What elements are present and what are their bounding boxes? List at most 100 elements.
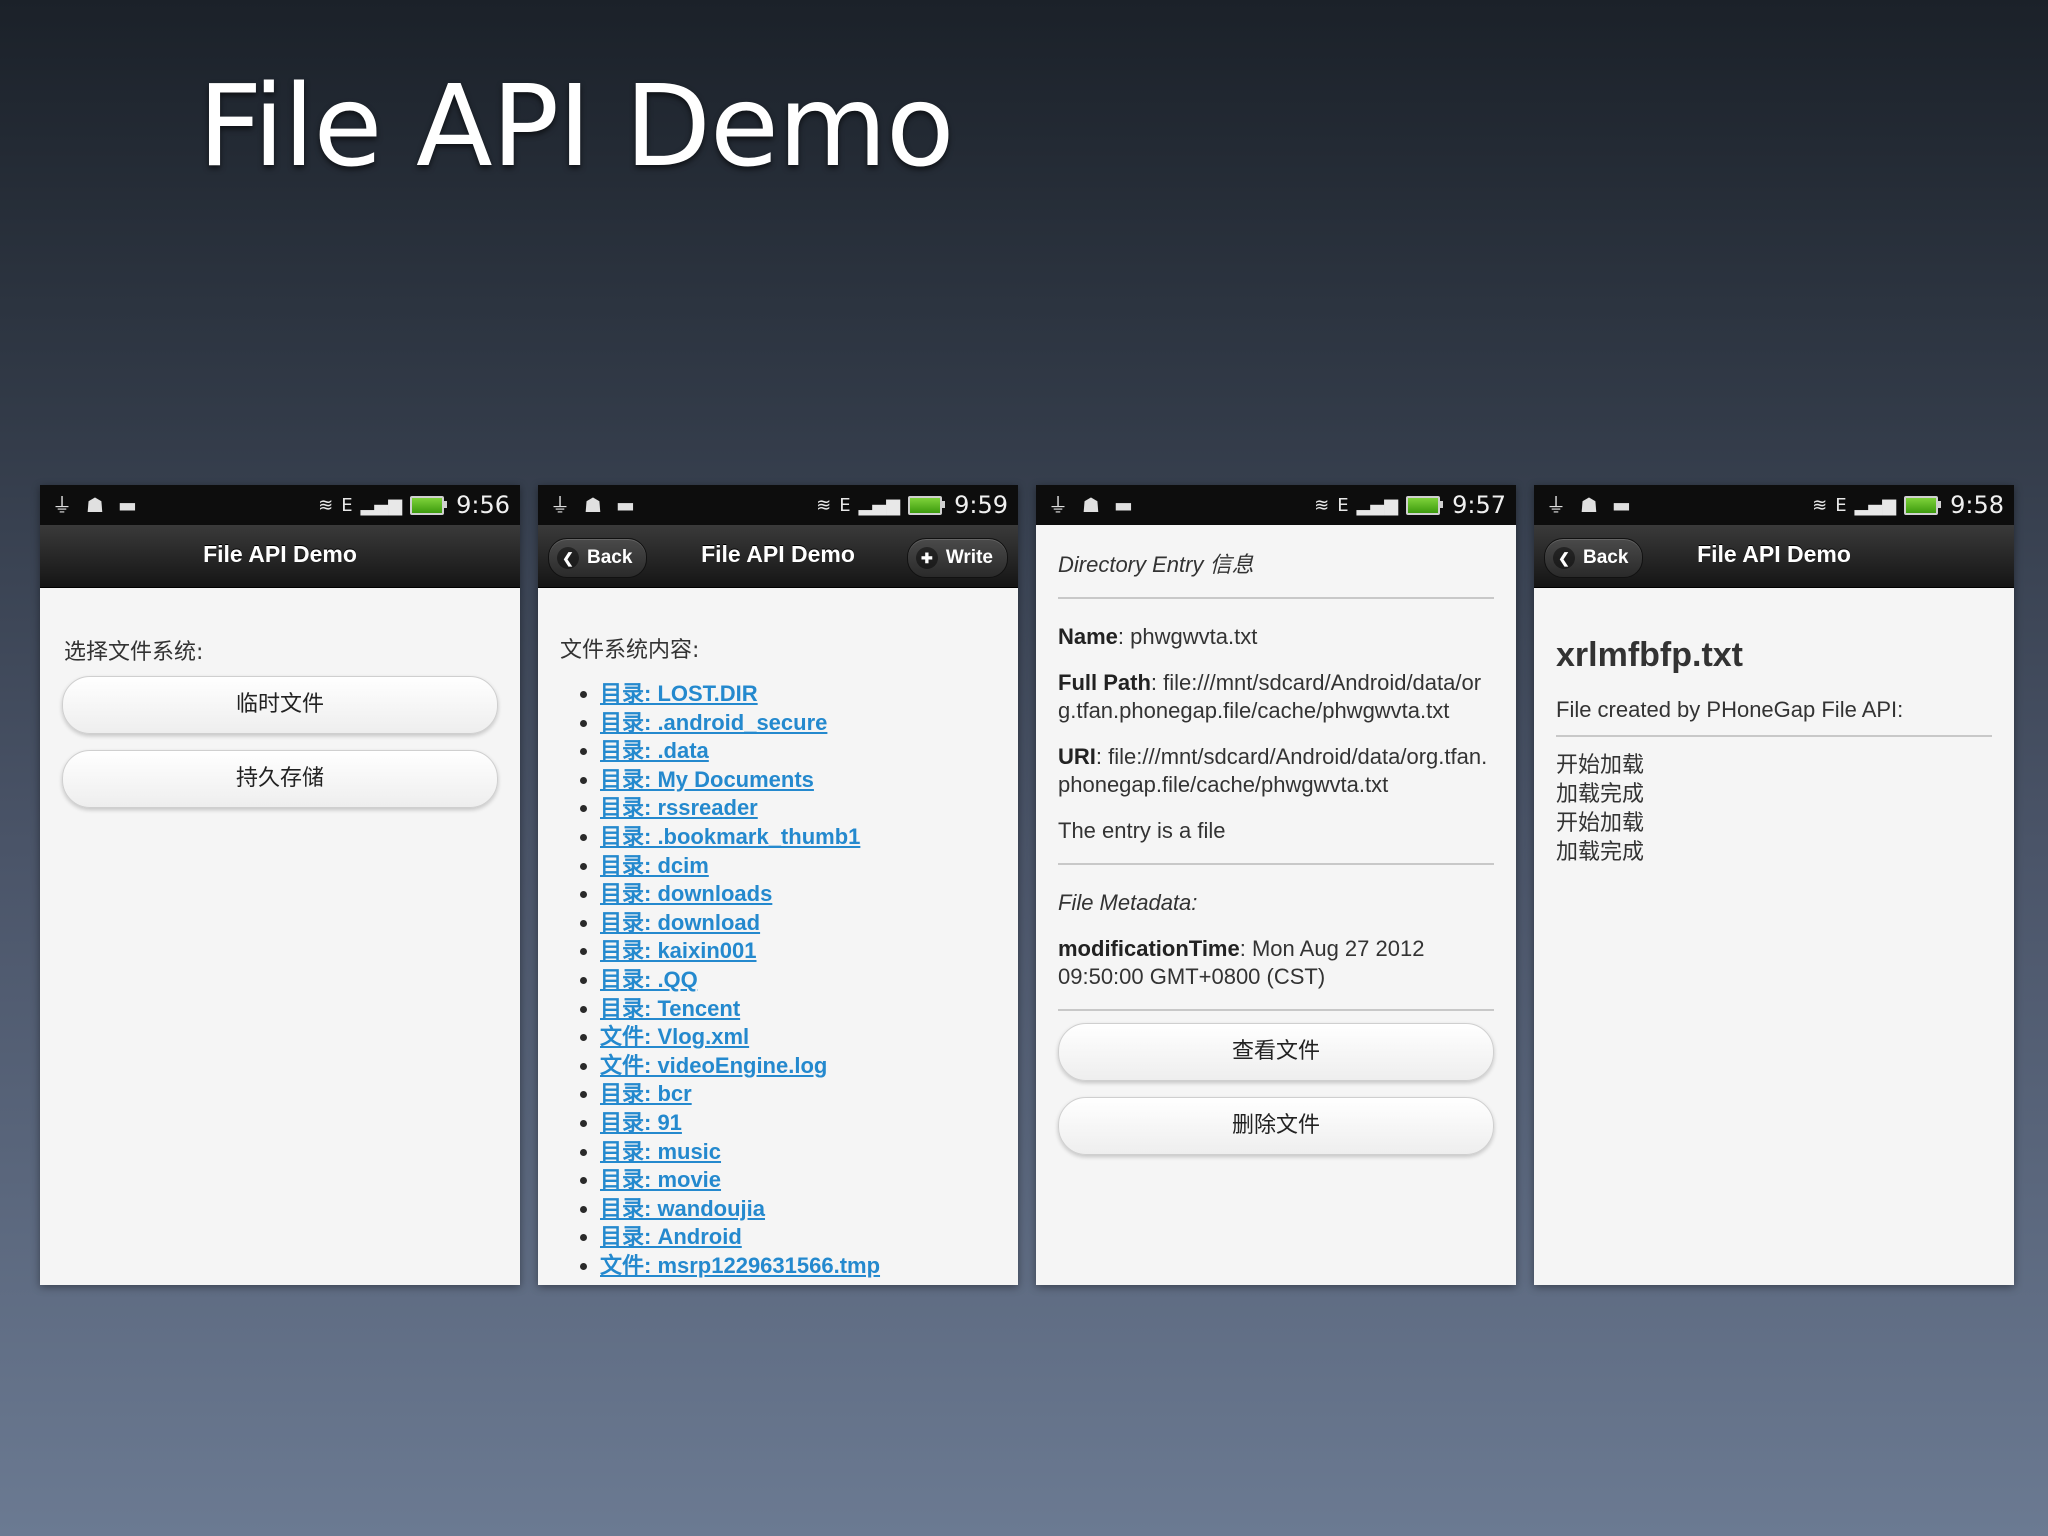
android-debug-icon: ☗: [1580, 493, 1598, 517]
status-time: 9:56: [456, 491, 510, 519]
uri-label: URI: [1058, 744, 1096, 769]
list-item: 目录: .data: [600, 737, 996, 766]
sd-card-icon: ▬: [1113, 493, 1133, 517]
list-item: 目录: music: [600, 1138, 996, 1167]
entry-link[interactable]: 目录: Android: [600, 1224, 742, 1249]
status-bar: ⏚ ☗ ▬ ≋ E ▂▄▆ 9:58: [1534, 485, 2014, 525]
list-item: 目录: LOST.DIR: [600, 680, 996, 709]
temporary-fs-button[interactable]: 临时文件: [62, 676, 498, 734]
slide-title: File API Demo: [198, 62, 955, 192]
list-item: 目录: wandoujia: [600, 1195, 996, 1224]
entry-link[interactable]: 目录: dcim: [600, 853, 709, 878]
network-e-icon: E: [1835, 494, 1847, 516]
divider: [1058, 597, 1494, 599]
entry-link[interactable]: 目录: LOST.DIR: [600, 681, 758, 706]
battery-icon: [908, 495, 946, 515]
signal-icon: ▂▄▆: [360, 494, 403, 516]
list-item: 文件: videoEngine.log: [600, 1052, 996, 1081]
list-item: 目录: My Documents: [600, 766, 996, 795]
list-item: 文件: Vlog.xml: [600, 1023, 996, 1052]
usb-icon: ⏚: [550, 493, 570, 517]
android-debug-icon: ☗: [86, 493, 104, 517]
list-item: 目录: rssreader: [600, 794, 996, 823]
wifi-icon: ≋: [318, 494, 334, 516]
filesystem-prompt: 选择文件系统:: [64, 640, 204, 665]
file-name-heading: xrlmfbfp.txt: [1556, 636, 1743, 674]
entry-link[interactable]: 文件: videoEngine.log: [600, 1053, 827, 1078]
status-bar: ⏚ ☗ ▬ ≋ E ▂▄▆ 9:59: [538, 485, 1018, 525]
write-label: Write: [945, 547, 993, 568]
view-file-button[interactable]: 查看文件: [1058, 1023, 1494, 1081]
entry-link[interactable]: 目录: Tencent: [600, 996, 740, 1021]
entry-link[interactable]: 目录: .android_secure: [600, 710, 827, 735]
entry-link[interactable]: 目录: .QQ: [600, 967, 698, 992]
list-item: 目录: .QQ: [600, 966, 996, 995]
entry-link[interactable]: 目录: My Documents: [600, 767, 814, 792]
entry-link[interactable]: 目录: .bookmark_thumb1: [600, 824, 860, 849]
uri-row: URI: file:///mnt/sdcard/Android/data/org…: [1058, 743, 1494, 799]
signal-icon: ▂▄▆: [858, 494, 901, 516]
entry-link[interactable]: 文件: msrp1229631566.tmp: [600, 1253, 880, 1278]
app-header: ❮ Back File API Demo: [1534, 525, 2014, 588]
list-item: 文件: msrp1229631566.tmp: [600, 1252, 996, 1281]
network-e-icon: E: [1337, 494, 1349, 516]
list-item: 目录: bcr: [600, 1080, 996, 1109]
header-title: File API Demo: [1697, 541, 1851, 567]
entry-link[interactable]: 目录: wandoujia: [600, 1196, 765, 1221]
persistent-fs-button[interactable]: 持久存储: [62, 750, 498, 808]
entry-link[interactable]: 目录: movie: [600, 1167, 721, 1192]
entry-link[interactable]: 目录: kaixin001: [600, 938, 757, 963]
list-item: 目录: kaixin001: [600, 937, 996, 966]
battery-icon: [1406, 495, 1444, 515]
wifi-icon: ≋: [816, 494, 832, 516]
entry-link[interactable]: 文件: Vlog.xml: [600, 1024, 749, 1049]
entry-link[interactable]: 目录: 91: [600, 1110, 682, 1135]
divider: [1556, 735, 1992, 737]
sd-card-icon: ▬: [1611, 493, 1631, 517]
battery-icon: [410, 495, 448, 515]
wifi-icon: ≋: [1812, 494, 1828, 516]
phone-screen-2: ⏚ ☗ ▬ ≋ E ▂▄▆ 9:59 ❮ Back File API Demo …: [538, 485, 1018, 1285]
android-debug-icon: ☗: [1082, 493, 1100, 517]
wifi-icon: ≋: [1314, 494, 1330, 516]
app-header: File API Demo: [40, 525, 520, 588]
app-header: ❮ Back File API Demo ✚ Write: [538, 525, 1018, 588]
entry-link[interactable]: 目录: bcr: [600, 1081, 692, 1106]
log-line: 开始加载: [1556, 753, 1645, 778]
usb-icon: ⏚: [1546, 493, 1566, 517]
entry-link[interactable]: 目录: .data: [600, 738, 709, 763]
metadata-title: File Metadata:: [1058, 890, 1198, 915]
list-item: 目录: Android: [600, 1223, 996, 1252]
network-e-icon: E: [839, 494, 851, 516]
log-line: 开始加载: [1556, 811, 1645, 836]
entry-link[interactable]: 目录: music: [600, 1139, 721, 1164]
file-description: File created by PHoneGap File API:: [1556, 697, 1904, 722]
signal-icon: ▂▄▆: [1854, 494, 1897, 516]
name-label: Name: [1058, 624, 1118, 649]
modtime-row: modificationTime: Mon Aug 27 2012 09:50:…: [1058, 935, 1494, 991]
plus-icon: ✚: [915, 547, 938, 569]
list-item: 目录: 91: [600, 1109, 996, 1138]
android-debug-icon: ☗: [584, 493, 602, 517]
fs-contents-heading: 文件系统内容:: [560, 638, 700, 663]
entry-link[interactable]: 目录: download: [600, 910, 760, 935]
status-bar: ⏚ ☗ ▬ ≋ E ▂▄▆ 9:56: [40, 485, 520, 525]
phone-screen-3: ⏚ ☗ ▬ ≋ E ▂▄▆ 9:57 Directory Entry 信息 Na…: [1036, 485, 1516, 1285]
list-item: 目录: dcim: [600, 852, 996, 881]
list-item: 目录: .android_secure: [600, 709, 996, 738]
signal-icon: ▂▄▆: [1356, 494, 1399, 516]
entry-link[interactable]: 目录: downloads: [600, 881, 772, 906]
entry-type: The entry is a file: [1058, 818, 1226, 843]
uri-value: : file:///mnt/sdcard/Android/data/org.tf…: [1058, 744, 1488, 797]
write-button[interactable]: ✚ Write: [906, 538, 1008, 578]
divider: [1058, 863, 1494, 865]
battery-icon: [1904, 495, 1942, 515]
list-item: 目录: .bookmark_thumb1: [600, 823, 996, 852]
entry-link[interactable]: 目录: rssreader: [600, 795, 758, 820]
status-time: 9:58: [1950, 491, 2004, 519]
phone-screen-4: ⏚ ☗ ▬ ≋ E ▂▄▆ 9:58 ❮ Back File API Demo …: [1534, 485, 2014, 1285]
delete-file-button[interactable]: 删除文件: [1058, 1097, 1494, 1155]
network-e-icon: E: [341, 494, 353, 516]
log-line: 加载完成: [1556, 840, 1645, 865]
entry-section-title: Directory Entry 信息: [1058, 552, 1254, 577]
